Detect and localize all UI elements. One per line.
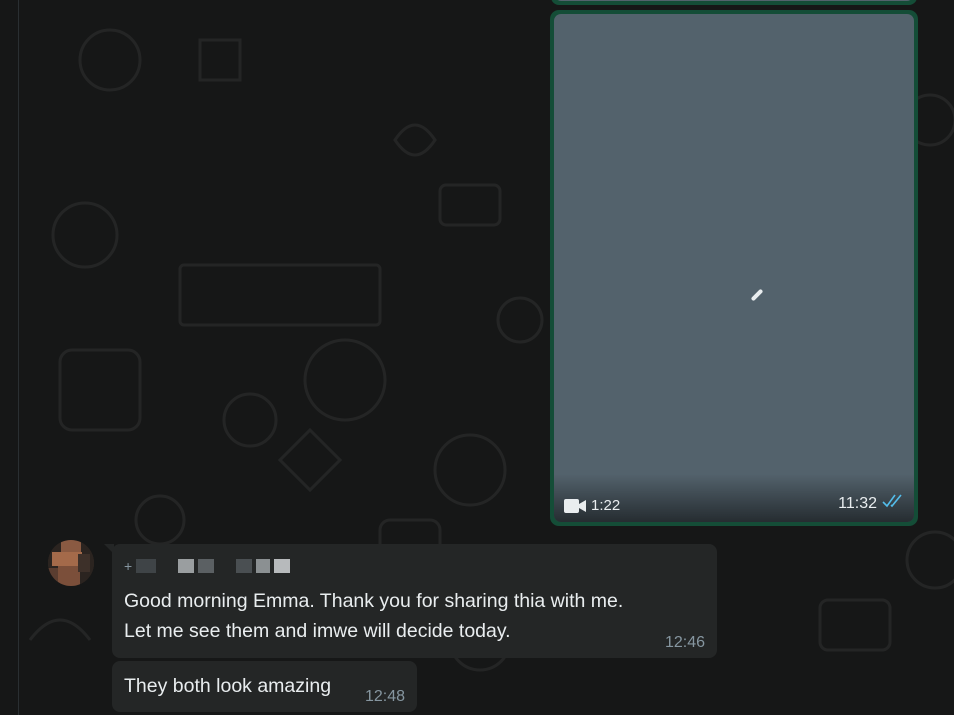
message-time: 12:46 (664, 634, 705, 651)
chat-panel: 1:22 11:32 + Good morning Emma. Thank yo… (0, 0, 954, 715)
message-text: Good morning Emma. Thank you for sharing… (124, 586, 623, 646)
outgoing-video-message[interactable]: 1:22 11:32 (550, 10, 918, 526)
message-time: 12:48 (364, 688, 405, 705)
panel-divider (18, 0, 19, 715)
message-line: Good morning Emma. Thank you for sharing… (124, 590, 624, 612)
previous-message-bubble[interactable] (551, 0, 917, 5)
video-thumbnail[interactable]: 1:22 11:32 (554, 14, 914, 522)
message-line: Let me see them and imwe will decide tod… (124, 620, 511, 642)
sender-prefix: + (124, 558, 133, 574)
sender-avatar[interactable] (48, 540, 94, 586)
loading-spinner-icon (750, 288, 764, 302)
redacted-number-block (178, 559, 195, 573)
video-camera-icon (564, 498, 586, 513)
double-check-read-icon (882, 493, 906, 514)
redacted-number-block (274, 559, 291, 573)
redacted-number-block (256, 559, 271, 573)
redacted-number-block (160, 559, 174, 573)
redacted-number-block (236, 559, 253, 573)
message-text: They both look amazing (124, 675, 332, 697)
video-duration: 1:22 (564, 497, 620, 514)
incoming-message[interactable]: They both look amazing 12:48 (112, 661, 417, 712)
redacted-number-block (198, 559, 215, 573)
incoming-message[interactable]: + Good morning Emma. Thank you for shari… (104, 544, 717, 658)
redacted-number-block (136, 559, 157, 573)
sender-phone-number[interactable]: + (124, 558, 291, 574)
redacted-number-block (218, 559, 232, 573)
message-timestamp: 11:32 (838, 493, 906, 514)
video-duration-label: 1:22 (591, 497, 621, 514)
message-time: 11:32 (838, 494, 877, 512)
